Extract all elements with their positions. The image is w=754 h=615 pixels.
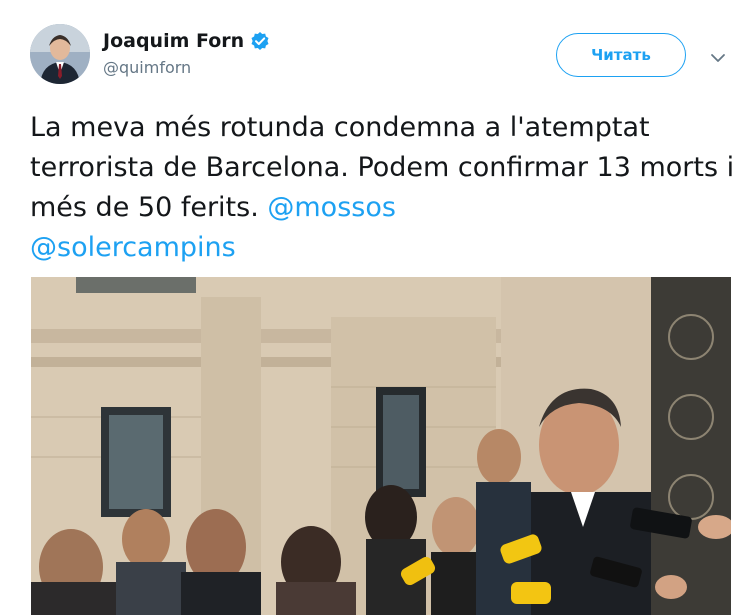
tweet-text: La meva més rotunda condemna a l'atempta…: [30, 108, 740, 268]
author-name-text[interactable]: Joaquim Forn: [103, 30, 244, 52]
verified-badge-icon: [250, 31, 270, 51]
author-name[interactable]: Joaquim Forn: [103, 30, 270, 52]
follow-button[interactable]: Читать: [556, 33, 686, 77]
mention-link-solercampins[interactable]: @solercampins: [30, 232, 236, 263]
author-handle[interactable]: @quimforn: [103, 58, 191, 77]
mention-link-mossos[interactable]: @mossos: [267, 192, 396, 223]
chevron-down-icon[interactable]: [709, 49, 727, 62]
tweet-photo[interactable]: [31, 277, 731, 615]
author-avatar[interactable]: [30, 24, 90, 84]
